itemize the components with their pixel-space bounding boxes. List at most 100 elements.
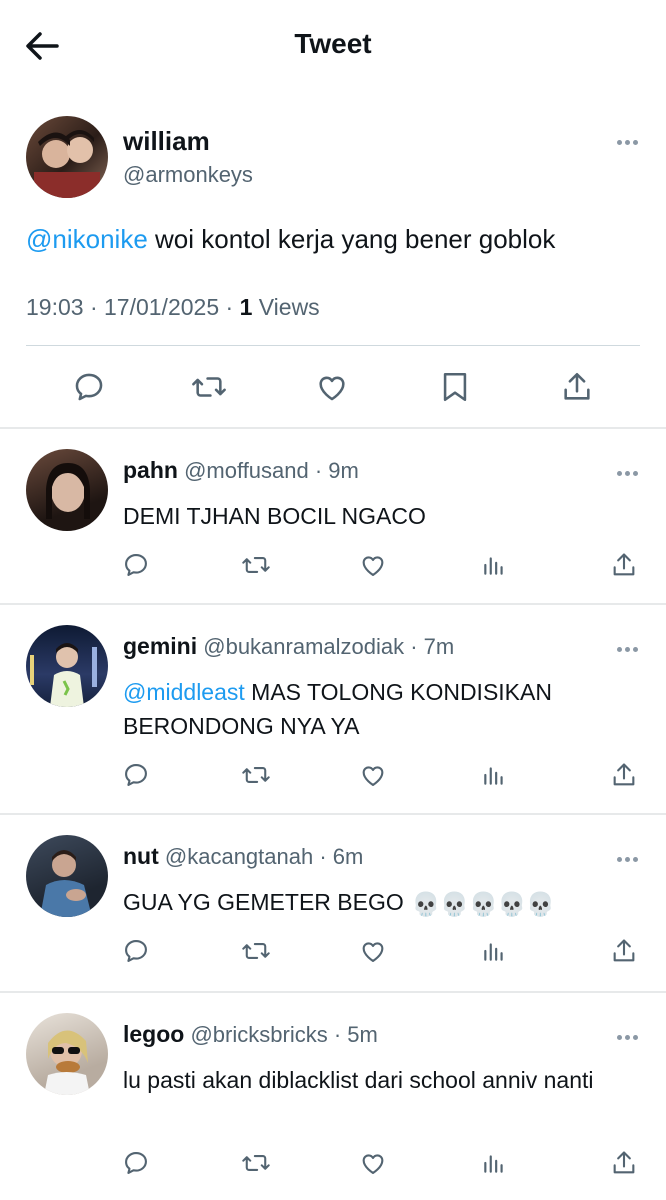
reply-tweet[interactable]: legoo @bricksbricks · 5m lu pasti akan d… xyxy=(0,993,666,1200)
views-icon xyxy=(484,767,503,785)
more-options-button[interactable] xyxy=(612,849,642,869)
avatar[interactable] xyxy=(26,449,108,531)
reply-actions xyxy=(0,545,666,585)
share-button[interactable] xyxy=(604,1143,644,1183)
avatar[interactable] xyxy=(26,835,108,917)
reply-author-handle[interactable]: @bukanramalzodiak · 7m xyxy=(203,634,454,659)
reply-header: nut @kacangtanah · 6m xyxy=(123,843,363,870)
retweet-button[interactable] xyxy=(236,1143,276,1183)
reply-author-handle[interactable]: @kacangtanah · 6m xyxy=(165,844,363,869)
reply-actions xyxy=(0,931,666,971)
reply-icon xyxy=(125,1152,147,1174)
retweet-icon xyxy=(242,557,270,573)
avatar[interactable] xyxy=(26,1013,108,1095)
reply-author-name[interactable]: legoo xyxy=(123,1021,184,1047)
author-name[interactable]: william xyxy=(123,126,210,157)
like-icon xyxy=(362,766,384,786)
reply-body: DEMI TJHAN BOCIL NGACO xyxy=(123,503,426,529)
retweet-icon xyxy=(192,377,226,397)
reply-body: lu pasti akan diblacklist dari school an… xyxy=(123,1067,594,1093)
share-button[interactable] xyxy=(554,364,600,410)
reply-header: gemini @bukanramalzodiak · 7m xyxy=(123,633,454,660)
reply-icon xyxy=(125,940,147,962)
bookmark-button[interactable] xyxy=(432,364,478,410)
views-button[interactable] xyxy=(474,755,514,795)
retweet-button[interactable] xyxy=(236,545,276,585)
views-icon xyxy=(484,943,503,961)
reply-text: DEMI TJHAN BOCIL NGACO xyxy=(123,499,623,533)
retweet-button[interactable] xyxy=(236,931,276,971)
skull-emoji-row: 💀💀💀💀💀 xyxy=(411,890,555,917)
like-button[interactable] xyxy=(353,931,393,971)
like-icon xyxy=(362,556,384,576)
share-icon xyxy=(613,553,635,576)
share-button[interactable] xyxy=(604,931,644,971)
like-icon xyxy=(319,376,345,401)
reply-tweet[interactable]: nut @kacangtanah · 6m GUA YG GEMETER BEG… xyxy=(0,815,666,991)
reply-button[interactable] xyxy=(116,545,156,585)
more-options-button[interactable] xyxy=(612,639,642,659)
tweet-body: woi kontol kerja yang bener goblok xyxy=(147,224,556,254)
like-button[interactable] xyxy=(353,1143,393,1183)
reply-author-handle[interactable]: @moffusand · 9m xyxy=(184,458,359,483)
more-options-button[interactable] xyxy=(612,132,642,152)
share-icon xyxy=(564,372,590,400)
reply-text: GUA YG GEMETER BEGO 💀💀💀💀💀 xyxy=(123,885,623,921)
reply-button[interactable] xyxy=(116,755,156,795)
tweet-text: @nikonike woi kontol kerja yang bener go… xyxy=(26,222,555,256)
views-button[interactable] xyxy=(474,1143,514,1183)
page-title: Tweet xyxy=(294,28,372,59)
like-button[interactable] xyxy=(353,545,393,585)
reply-tweet[interactable]: pahn @moffusand · 9m DEMI TJHAN BOCIL NG… xyxy=(0,429,666,603)
reply-body: GUA YG GEMETER BEGO xyxy=(123,889,404,915)
like-button[interactable] xyxy=(353,755,393,795)
share-button[interactable] xyxy=(604,545,644,585)
share-icon xyxy=(613,1151,635,1174)
share-icon xyxy=(613,939,635,962)
retweet-icon xyxy=(242,1155,270,1171)
reply-text: lu pasti akan diblacklist dari school an… xyxy=(123,1063,623,1097)
reply-author-name[interactable]: gemini xyxy=(123,633,197,659)
reply-icon xyxy=(75,373,103,401)
author-handle[interactable]: @armonkeys xyxy=(123,162,253,188)
retweet-button[interactable] xyxy=(186,364,232,410)
mention-link[interactable]: @middleast xyxy=(123,679,245,705)
views-button[interactable] xyxy=(474,545,514,585)
views-icon xyxy=(484,557,503,575)
reply-actions xyxy=(0,755,666,795)
reply-author-name[interactable]: pahn xyxy=(123,457,178,483)
more-options-button[interactable] xyxy=(612,1027,642,1047)
reply-header: legoo @bricksbricks · 5m xyxy=(123,1021,378,1048)
reply-button[interactable] xyxy=(116,931,156,971)
reply-author-name[interactable]: nut xyxy=(123,843,159,869)
like-icon xyxy=(362,942,384,962)
reply-icon xyxy=(125,764,147,786)
more-options-button[interactable] xyxy=(612,463,642,483)
share-icon xyxy=(613,763,635,786)
reply-button[interactable] xyxy=(116,1143,156,1183)
mention-link[interactable]: @nikonike xyxy=(26,224,148,254)
share-button[interactable] xyxy=(604,755,644,795)
reply-text: @middleast MAS TOLONG KONDISIKAN BERONDO… xyxy=(123,675,623,743)
reply-header: pahn @moffusand · 9m xyxy=(123,457,359,484)
tweet-actions xyxy=(0,346,666,426)
retweet-icon xyxy=(242,767,270,783)
views-label: Views xyxy=(252,294,320,320)
views-button[interactable] xyxy=(474,931,514,971)
like-icon xyxy=(362,1154,384,1174)
reply-button[interactable] xyxy=(66,364,112,410)
main-tweet: william @armonkeys @nikonike woi kontol … xyxy=(0,92,666,428)
retweet-icon xyxy=(242,943,270,959)
reply-actions xyxy=(0,1143,666,1183)
tweet-meta: 19:03 · 17/01/2025 · 1 Views xyxy=(26,294,320,321)
retweet-button[interactable] xyxy=(236,755,276,795)
header: Tweet xyxy=(0,0,666,92)
reply-icon xyxy=(125,554,147,576)
like-button[interactable] xyxy=(309,364,355,410)
bookmark-icon xyxy=(443,372,467,402)
views-count: 1 xyxy=(239,294,253,320)
avatar[interactable] xyxy=(26,625,108,707)
reply-tweet[interactable]: gemini @bukanramalzodiak · 7m @middleast… xyxy=(0,605,666,813)
avatar[interactable] xyxy=(26,116,108,198)
reply-author-handle[interactable]: @bricksbricks · 5m xyxy=(190,1022,377,1047)
